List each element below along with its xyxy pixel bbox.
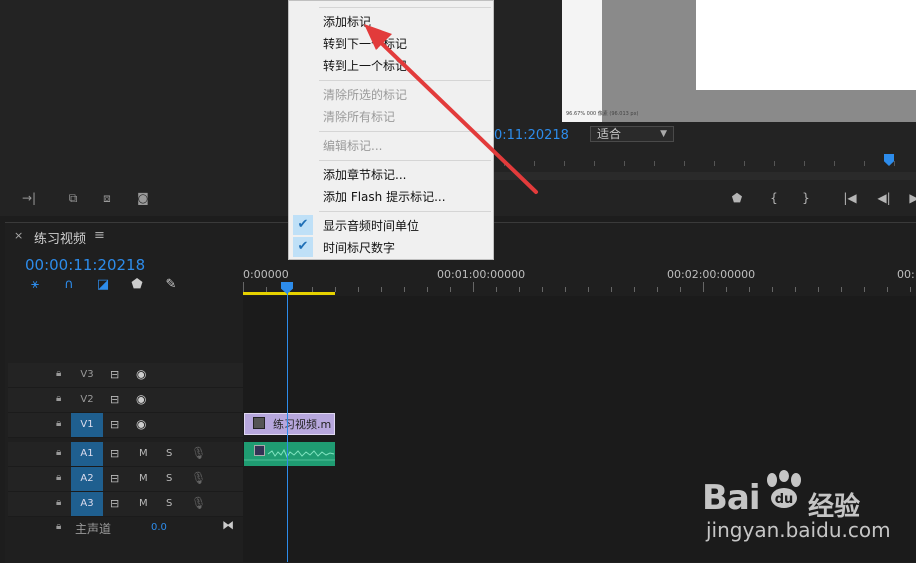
annotation-arrow xyxy=(364,24,538,194)
